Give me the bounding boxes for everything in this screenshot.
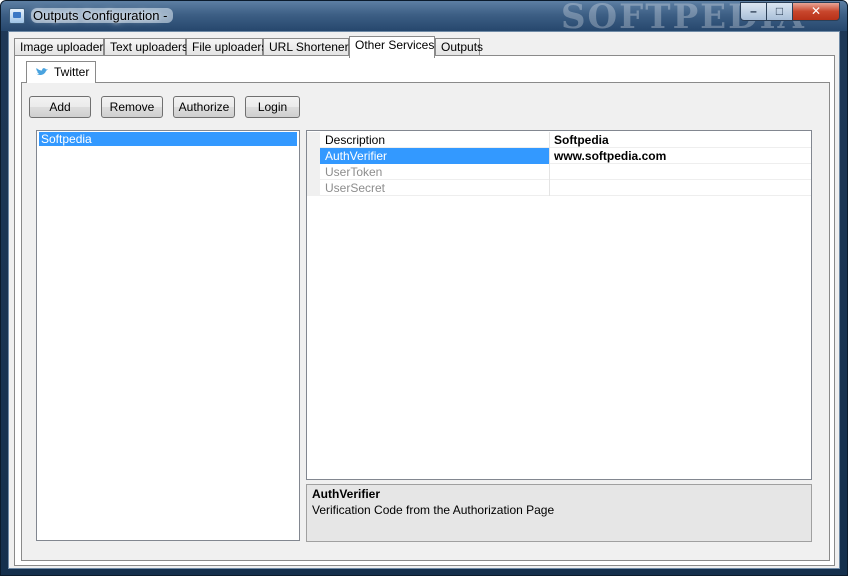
row-gutter <box>307 180 320 196</box>
property-row-authverifier[interactable]: AuthVerifier www.softpedia.com <box>307 148 811 164</box>
remove-button[interactable]: Remove <box>101 96 163 118</box>
property-value[interactable]: www.softpedia.com <box>551 148 809 164</box>
property-grid[interactable]: Description Softpedia AuthVerifier www.s… <box>306 130 812 480</box>
row-gutter <box>307 164 320 180</box>
row-gutter <box>307 148 320 164</box>
maximize-button[interactable]: □ <box>766 2 793 21</box>
close-icon: ✕ <box>810 4 822 18</box>
property-row-usersecret[interactable]: UserSecret <box>307 180 811 196</box>
property-help-panel: AuthVerifier Verification Code from the … <box>306 484 812 542</box>
property-value[interactable] <box>551 164 809 180</box>
help-description: Verification Code from the Authorization… <box>312 503 555 517</box>
title-bar[interactable]: Outputs Configuration - SOFTPEDIA – □ ✕ <box>1 1 847 37</box>
property-name: UserSecret <box>320 180 550 196</box>
close-button[interactable]: ✕ <box>792 2 840 21</box>
row-gutter <box>307 132 320 148</box>
property-row-description[interactable]: Description Softpedia <box>307 132 811 148</box>
minimize-icon: – <box>750 4 757 18</box>
twitter-page: Add Remove Authorize Login Softpedia Des… <box>21 82 830 561</box>
help-title: AuthVerifier <box>312 487 381 501</box>
property-name: UserToken <box>320 164 550 180</box>
login-button[interactable]: Login <box>245 96 300 118</box>
accounts-list[interactable]: Softpedia <box>36 130 300 541</box>
tab-twitter[interactable]: Twitter <box>26 61 96 83</box>
app-icon <box>9 8 25 24</box>
property-value[interactable] <box>551 180 809 196</box>
property-name: AuthVerifier <box>320 148 550 164</box>
list-item[interactable]: Softpedia <box>39 132 297 146</box>
authorize-button[interactable]: Authorize <box>173 96 235 118</box>
twitter-bird-icon <box>36 68 48 76</box>
minimize-button[interactable]: – <box>740 2 767 21</box>
other-services-page: Twitter Add Remove Authorize Login Softp… <box>14 55 835 566</box>
app-window: Outputs Configuration - SOFTPEDIA – □ ✕ … <box>0 0 848 576</box>
tab-other-services[interactable]: Other Services <box>349 36 435 58</box>
add-button[interactable]: Add <box>29 96 91 118</box>
property-row-usertoken[interactable]: UserToken <box>307 164 811 180</box>
client-area: Image uploaders Text uploaders File uplo… <box>8 31 840 569</box>
property-name: Description <box>320 132 550 148</box>
maximize-icon: □ <box>775 4 784 18</box>
twitter-tab-label: Twitter <box>54 65 90 79</box>
window-title: Outputs Configuration - <box>31 8 174 23</box>
property-value[interactable]: Softpedia <box>551 132 809 148</box>
